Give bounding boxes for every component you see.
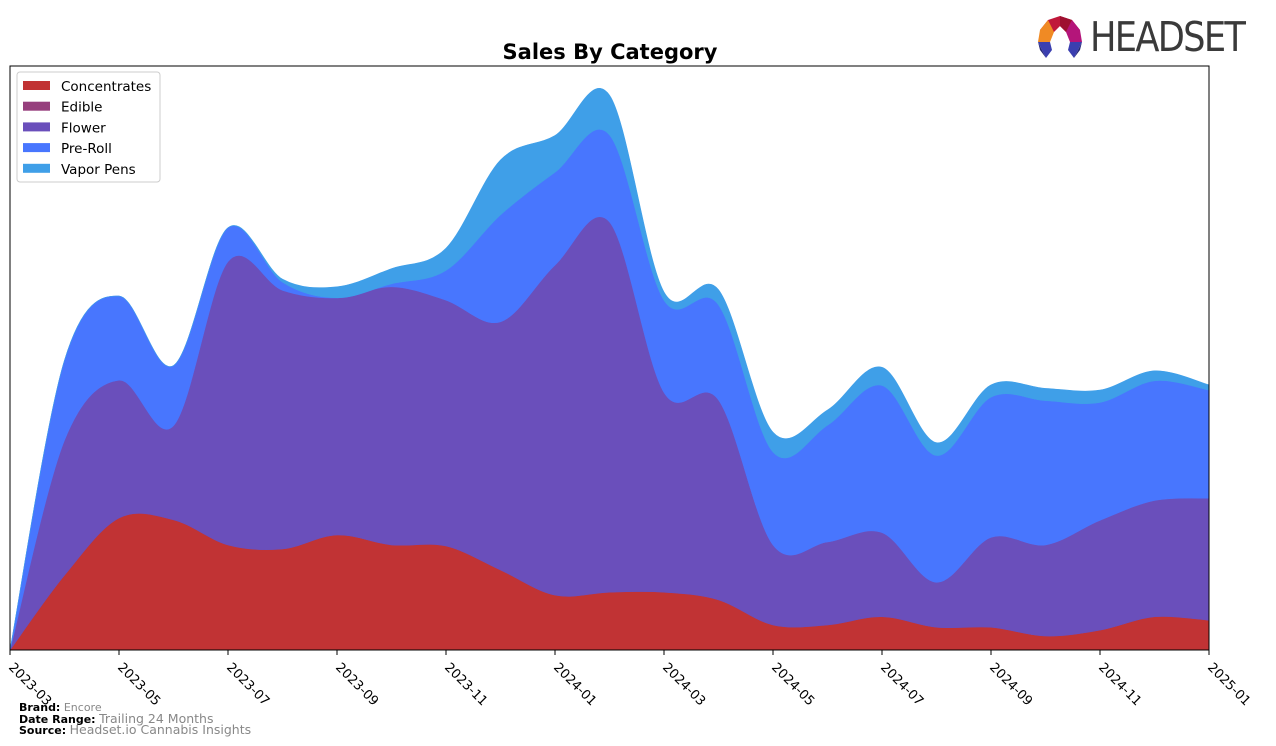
legend-swatch-edible [23, 101, 50, 111]
x-tick-label: 2023-11 [441, 660, 490, 709]
headset-logo-icon [1038, 16, 1082, 58]
area-layers [9, 88, 1210, 651]
x-tick-label: 2024-09 [986, 660, 1035, 709]
legend-label: Flower [61, 120, 106, 136]
x-tick-label: 2024-01 [550, 660, 599, 709]
legend-label: Concentrates [61, 79, 151, 95]
x-tick-label: 2023-07 [223, 660, 272, 709]
x-tick-label: 2023-05 [114, 660, 163, 709]
legend: Concentrates Edible Flower Pre-Roll Vapor Pe… [16, 71, 161, 183]
legend-label: Edible [61, 100, 102, 116]
footer-source: Source: Headset.io Cannabis Insights [19, 722, 252, 737]
source-value: Headset.io Cannabis Insights [69, 722, 252, 737]
legend-swatch-flower [23, 122, 50, 132]
x-tick-label: 2024-05 [768, 660, 817, 709]
legend-label: Vapor Pens [61, 162, 136, 178]
x-tick-label: 2023-09 [332, 660, 381, 709]
chart-title: Sales By Category [503, 40, 718, 64]
legend-swatch-pre-roll [23, 143, 50, 153]
x-axis: 2023-03 2023-05 2023-07 2023-09 2023-11 2024-… [5, 650, 1253, 709]
x-tick-label: 2024-11 [1095, 660, 1144, 709]
source-label: Source: [19, 724, 67, 737]
x-tick-label: 2025-01 [1204, 660, 1253, 709]
legend-swatch-concentrates [23, 81, 50, 90]
headset-logo-text: HEADSET [1090, 13, 1246, 61]
x-tick-label: 2024-03 [659, 660, 708, 709]
x-tick-label: 2024-07 [877, 660, 926, 709]
headset-logo: HEADSET [1036, 12, 1269, 62]
footer-brand: Brand: Encore [19, 702, 102, 713]
legend-label: Pre-Roll [61, 141, 112, 157]
sales-by-category-chart: Sales By Category 2023-03 2023-05 2023-07 2… [5, 40, 1253, 709]
legend-swatch-vapor-pens [23, 163, 50, 173]
